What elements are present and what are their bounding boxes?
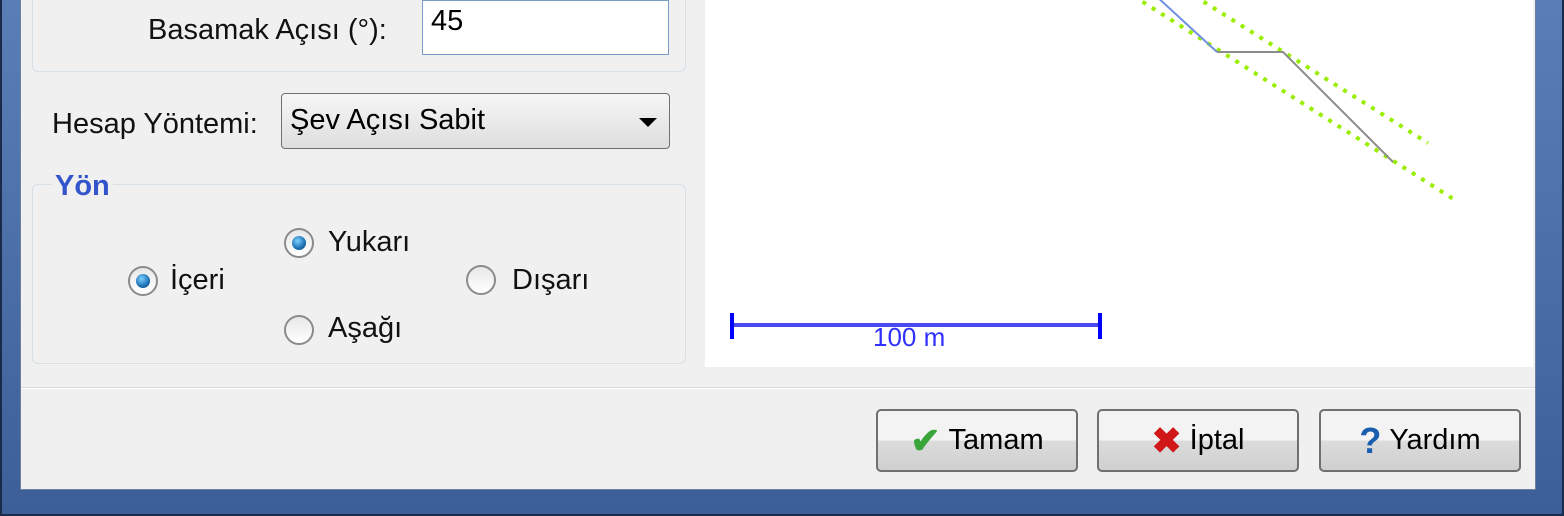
radio-outward[interactable]: [466, 265, 496, 295]
scale-label: 100 m: [873, 322, 946, 352]
separator: [21, 387, 1535, 389]
radio-down-label: Aşağı: [328, 312, 403, 344]
ok-label: Tamam: [948, 424, 1044, 456]
step-angle-input[interactable]: 45: [422, 0, 669, 55]
help-button[interactable]: ? Yardım: [1319, 409, 1521, 472]
preview-panel: 100 m: [705, 0, 1533, 367]
method-label: Hesap Yöntemi:: [52, 108, 258, 140]
slope-line: [1158, 0, 1218, 53]
cancel-label: İptal: [1189, 424, 1245, 456]
radio-up[interactable]: [284, 228, 314, 258]
help-label: Yardım: [1389, 424, 1481, 456]
radio-inward[interactable]: [128, 266, 158, 296]
radio-outward-label: Dışarı: [512, 264, 590, 296]
step-angle-label: Basamak Açısı (°):: [148, 14, 387, 46]
radio-down[interactable]: [284, 315, 314, 345]
radio-inward-label: İçeri: [170, 264, 225, 296]
radio-up-label: Yukarı: [328, 226, 411, 258]
guide-line-upper: [1197, 0, 1430, 145]
preview-drawing: [730, 0, 1457, 339]
x-icon: ✖: [1151, 419, 1182, 461]
cancel-button[interactable]: ✖ İptal: [1097, 409, 1299, 472]
method-dropdown[interactable]: Şev Açısı Sabit: [281, 93, 670, 149]
chevron-down-icon: [639, 118, 657, 127]
guide-line-lower: [1136, 0, 1457, 202]
direction-group-title: Yön: [52, 170, 113, 203]
method-selected: Şev Açısı Sabit: [290, 104, 486, 136]
ok-button[interactable]: ✔ Tamam: [876, 409, 1078, 472]
question-icon: ?: [1359, 419, 1382, 461]
check-icon: ✔: [910, 419, 941, 461]
